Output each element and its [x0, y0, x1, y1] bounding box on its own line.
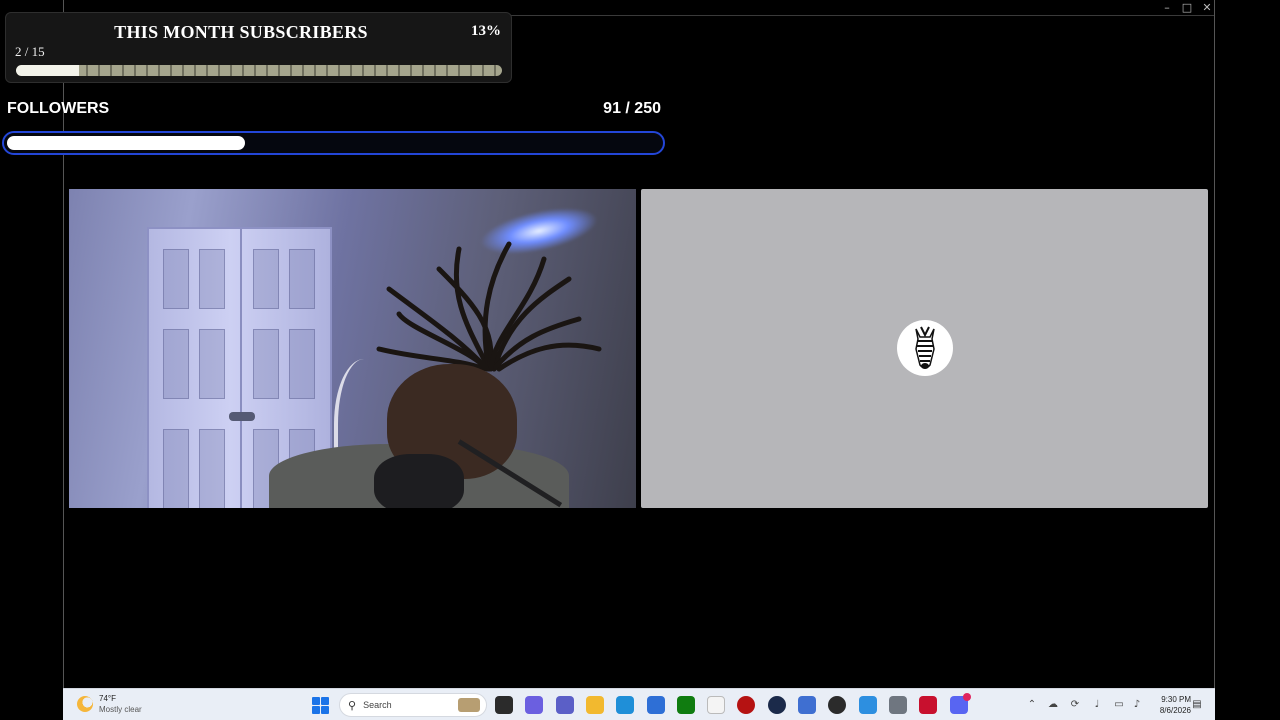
- search-highlight-icon: [458, 698, 480, 712]
- weather-temp: 74°F: [99, 694, 116, 703]
- weather-widget[interactable]: 74°F Mostly clear: [77, 693, 142, 715]
- task-view-icon[interactable]: [495, 696, 513, 714]
- search-placeholder: Search: [363, 700, 392, 710]
- clock-date: 8/6/2026: [1159, 706, 1191, 715]
- onedrive-icon[interactable]: ☁: [1046, 698, 1060, 712]
- record-icon[interactable]: [737, 696, 756, 714]
- followers-progress-fill: [7, 136, 245, 150]
- system-clock[interactable]: 9:30 PM 8/6/2026: [1149, 694, 1191, 716]
- notification-badge: [962, 693, 971, 701]
- subscriber-goal-percent: 13%: [471, 23, 501, 39]
- avatar-tile[interactable]: [641, 189, 1208, 508]
- followers-progress-bar: [2, 131, 665, 155]
- taskbar-search[interactable]: ⚲ Search: [339, 693, 487, 717]
- steam-icon[interactable]: [767, 696, 786, 714]
- volume-icon[interactable]: ♪: [1130, 698, 1144, 712]
- mcafee-icon[interactable]: [919, 696, 938, 714]
- zebra-icon-graphic: [915, 326, 935, 369]
- moon-icon: [77, 696, 93, 712]
- remote-desktop-icon[interactable]: [798, 696, 816, 714]
- zebra-icon: [897, 320, 953, 376]
- notepad-icon[interactable]: [707, 696, 726, 714]
- sync-icon[interactable]: ⟳: [1068, 698, 1082, 712]
- subscriber-progress-bar: [16, 65, 502, 76]
- store-icon[interactable]: [646, 696, 665, 714]
- file-explorer-icon[interactable]: [585, 696, 604, 714]
- weather-condition: Mostly clear: [99, 705, 142, 714]
- search-icon: ⚲: [348, 698, 357, 712]
- taskbar: 74°F Mostly clear ⚲ Search ⌃ ☁ ⟳ ♩ ▭ ♪ 9…: [63, 688, 1215, 720]
- close-button[interactable]: ✕: [1197, 0, 1217, 16]
- webcam-tile[interactable]: [69, 189, 636, 508]
- clock-time: 9:30 PM: [1161, 695, 1191, 704]
- microphone-icon[interactable]: ♩: [1090, 698, 1104, 712]
- xbox-icon[interactable]: [676, 696, 695, 714]
- discord-icon[interactable]: [949, 693, 971, 714]
- teams-icon[interactable]: [555, 696, 574, 714]
- subscriber-goal-count: 2 / 15: [15, 44, 45, 59]
- minimize-button[interactable]: –: [1157, 0, 1177, 16]
- followers-count: 91 / 250: [603, 100, 661, 117]
- start-button[interactable]: [312, 697, 329, 714]
- subscriber-progress-fill: [16, 65, 80, 76]
- obs-icon[interactable]: [828, 696, 847, 714]
- subscriber-goal-widget: THIS MONTH SUBSCRIBERS 13% 2 / 15: [5, 12, 512, 83]
- maximize-button[interactable]: □: [1177, 0, 1197, 16]
- network-icon[interactable]: ▭: [1112, 698, 1126, 712]
- network-tool-icon[interactable]: [858, 696, 877, 714]
- microphone: [374, 454, 464, 508]
- copilot-icon[interactable]: [525, 696, 544, 714]
- followers-label: FOLLOWERS: [7, 100, 110, 117]
- subscriber-goal-title: THIS MONTH SUBSCRIBERS: [114, 22, 368, 42]
- edge-icon[interactable]: [616, 696, 635, 714]
- show-hidden-icons-chevron-icon[interactable]: ⌃: [1025, 698, 1039, 712]
- settings-icon[interactable]: [888, 696, 907, 714]
- notification-bell-icon[interactable]: ▤: [1190, 698, 1204, 712]
